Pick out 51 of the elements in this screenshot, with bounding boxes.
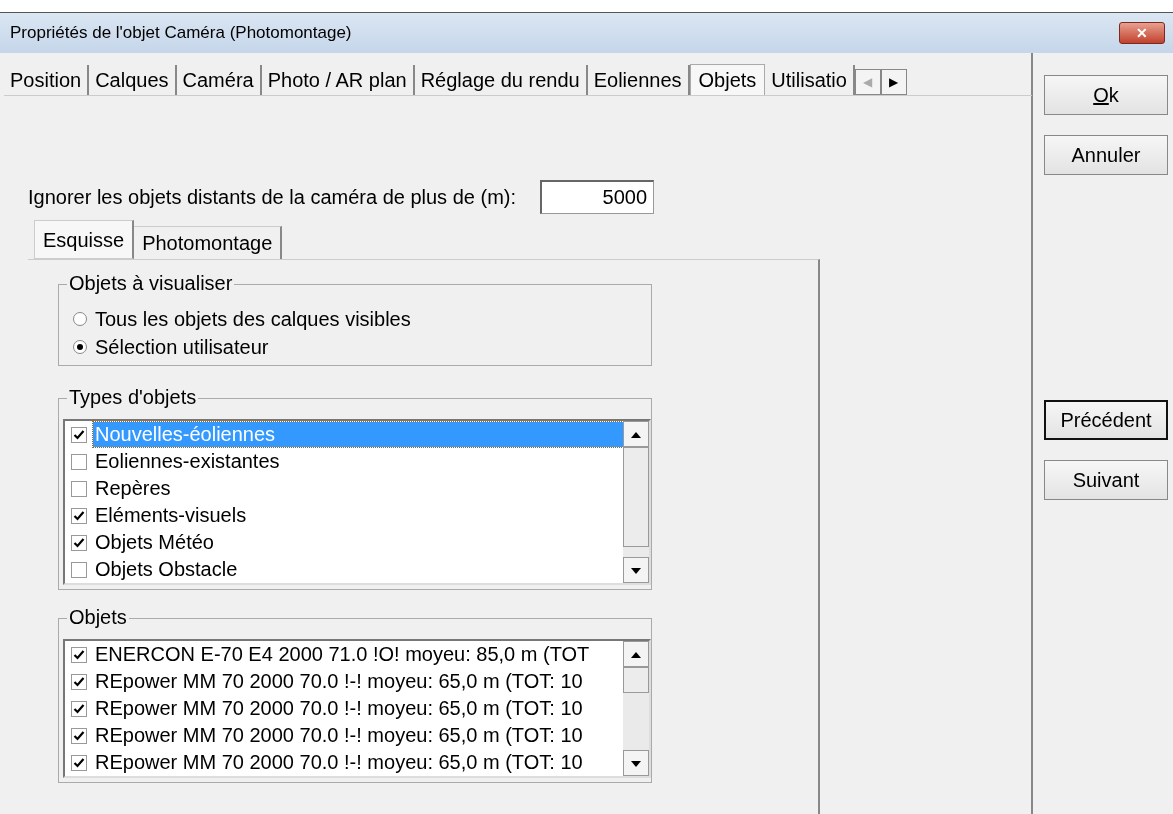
checkbox[interactable]: [71, 700, 87, 717]
list-item[interactable]: ENERCON E-70 E4 2000 71.0 !O! moyeu: 85,0 m (TOT: [93, 642, 592, 667]
dialog-button[interactable]: Ok: [1044, 75, 1168, 115]
tab[interactable]: Objets: [689, 64, 766, 95]
checkbox[interactable]: [71, 727, 87, 744]
checkbox[interactable]: [71, 673, 87, 690]
checkbox[interactable]: [71, 534, 87, 551]
checkbox[interactable]: [71, 426, 87, 443]
tab[interactable]: Esquisse: [34, 220, 135, 259]
list-item[interactable]: Eoliennes-existantes: [93, 449, 282, 474]
radio-button[interactable]: [73, 340, 87, 354]
group-title: Objets: [67, 606, 129, 628]
window-title: Propriétés de l'objet Caméra (Photomontage): [10, 22, 352, 45]
list-item[interactable]: Eléments-visuels: [93, 503, 249, 528]
checkbox[interactable]: [71, 480, 87, 497]
up-arrow-icon: [631, 432, 641, 439]
scrollbar[interactable]: [623, 421, 649, 583]
checkbox[interactable]: [71, 507, 87, 524]
scroll-right-button[interactable]: ▶: [880, 69, 907, 95]
scroll-down-button[interactable]: [623, 750, 649, 776]
list-item[interactable]: Repères: [93, 476, 173, 501]
scroll-up-button[interactable]: [623, 641, 649, 667]
option-label[interactable]: Tous les objets des calques visibles: [95, 305, 411, 333]
scrollbar-thumb[interactable]: [623, 447, 649, 547]
checkbox[interactable]: [71, 646, 87, 663]
group-title: Types d'objets: [67, 386, 199, 408]
radio-button[interactable]: [73, 312, 87, 326]
scroll-down-button[interactable]: [623, 557, 649, 583]
list-item[interactable]: REpower MM 70 2000 70.0 !-! moyeu: 65,0 m (TOT: 10: [93, 750, 585, 775]
scroll-up-button[interactable]: [623, 421, 649, 447]
list-item[interactable]: REpower MM 70 2000 70.0 !-! moyeu: 65,0 m (TOT: 10: [93, 696, 585, 721]
up-arrow-icon: [631, 652, 641, 659]
dialog-button[interactable]: Suivant: [1044, 460, 1168, 500]
list-item[interactable]: Objets Obstacle: [93, 557, 240, 582]
down-arrow-icon: [631, 568, 641, 575]
checkbox[interactable]: [71, 754, 87, 771]
list-item[interactable]: REpower MM 70 2000 70.0 !-! moyeu: 65,0 m (TOT: 10: [93, 723, 585, 748]
scrollbar-thumb[interactable]: [623, 667, 649, 693]
group-title: Objets à visualiser: [67, 272, 235, 294]
dialog-button[interactable]: Précédent: [1044, 400, 1168, 440]
distance-label: Ignorer les objets distants de la caméra de plus de (m):: [28, 185, 517, 210]
option-label[interactable]: Sélection utilisateur: [95, 333, 269, 361]
tab[interactable]: Photomontage: [134, 226, 283, 259]
list-item[interactable]: Objets Météo: [93, 530, 216, 555]
list-item[interactable]: REpower MM 70 2000 70.0 !-! moyeu: 65,0 m (TOT: 10: [93, 669, 585, 694]
checkbox[interactable]: [71, 453, 87, 470]
dialog-button[interactable]: Annuler: [1044, 135, 1168, 175]
scrollbar[interactable]: [623, 641, 649, 776]
checkbox[interactable]: [71, 561, 87, 578]
distance-field[interactable]: 5000: [540, 180, 655, 214]
down-arrow-icon: [631, 761, 641, 768]
